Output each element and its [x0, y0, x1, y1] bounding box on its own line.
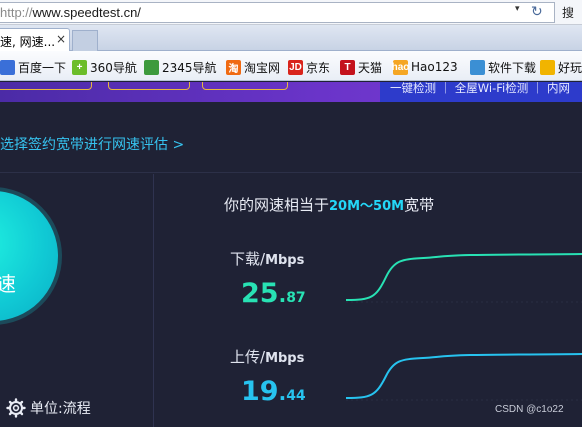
favorite-label: Hao123 [411, 60, 458, 74]
360-icon: + [72, 59, 87, 75]
download-label-text: 下载/ [230, 250, 266, 268]
search-box-label[interactable]: 搜 [562, 4, 574, 21]
watermark: CSDN @c1o22 [495, 404, 564, 415]
close-icon[interactable]: × [56, 32, 66, 46]
new-tab-button[interactable] [72, 30, 98, 51]
unit-settings[interactable]: 单位:流程 [6, 398, 91, 418]
upload-label-text: 上传/ [230, 348, 266, 366]
favorite-label: 360导航 [90, 60, 137, 75]
favorite-taobao[interactable]: 淘淘宝网 [226, 58, 280, 76]
bandwidth-equivalent: 你的网速相当于20M～50M宽带 [224, 194, 434, 215]
speedtest-page: 一键检测 ｜ 全屋Wi-Fi检测 ｜ 内网 选择签约宽带进行网速评估 > 速 单… [0, 82, 582, 427]
broadband-evaluate-link[interactable]: 选择签约宽带进行网速评估 > [0, 134, 184, 154]
top-banner: 一键检测 ｜ 全屋Wi-Fi检测 ｜ 内网 [0, 82, 582, 102]
banner-button[interactable] [202, 82, 288, 90]
tmall-icon: T [340, 59, 355, 75]
download-int: 25 [241, 278, 279, 309]
download-speed: 25.87 [241, 278, 306, 309]
favorite-label: 软件下载 [488, 60, 537, 75]
game-icon [540, 59, 555, 75]
banner-button[interactable] [108, 82, 190, 90]
tab-strip: 速, 网速... × [0, 25, 582, 51]
software-icon [470, 59, 485, 75]
divider [153, 174, 154, 427]
upload-curve-line [346, 353, 582, 399]
settings-label: 单位:流程 [30, 401, 91, 417]
equiv-suffix: 宽带 [404, 196, 435, 214]
address-bar: http://www.speedtest.cn/ ▾ ↻ 搜 [0, 0, 582, 25]
favorite-hao123[interactable]: hao Hao123 [391, 58, 458, 76]
2345-icon [144, 59, 159, 75]
download-speed-curve [346, 253, 582, 303]
favorite-360[interactable]: +360导航 [72, 58, 137, 76]
upload-speed: 19.44 [241, 376, 306, 407]
upload-int: 19 [241, 376, 279, 407]
tab-active[interactable]: 速, 网速... × [0, 28, 70, 51]
address-text[interactable]: http://www.speedtest.cn/ [0, 5, 141, 20]
favorite-software[interactable]: 软件下载 [470, 58, 536, 76]
download-unit: Mbps [265, 253, 305, 268]
dropdown-icon[interactable]: ▾ [515, 4, 520, 14]
download-dec: 87 [286, 290, 306, 306]
favorite-label: 百度一下 [18, 60, 67, 75]
banner-tools-text: 一键检测 ｜ 全屋Wi-Fi检测 ｜ 内网 [390, 82, 571, 95]
favorite-jd[interactable]: JD 京东 [288, 58, 330, 76]
favorite-label: 京东 [306, 60, 331, 75]
address-host: www.speedtest.cn/ [32, 5, 141, 20]
favorite-tmall[interactable]: T 天猫 [340, 58, 382, 76]
equiv-value: 20M～50M [329, 199, 405, 214]
banner-tools[interactable]: 一键检测 ｜ 全屋Wi-Fi检测 ｜ 内网 [380, 82, 582, 102]
speed-gauge[interactable] [0, 191, 58, 321]
gear-icon [6, 398, 26, 418]
globe-icon [0, 59, 15, 75]
jd-icon: JD [288, 59, 303, 75]
address-input[interactable]: http://www.speedtest.cn/ ▾ ↻ [0, 2, 555, 23]
favorite-game[interactable]: 好玩 [540, 58, 582, 76]
gauge-label: 速 [0, 272, 16, 296]
download-label: 下载/Mbps [230, 248, 304, 269]
favorite-label: 好玩 [558, 60, 582, 75]
upload-dec: 44 [286, 388, 306, 404]
tab-title: 速, 网速... [0, 35, 56, 49]
banner-button[interactable] [0, 82, 92, 90]
refresh-icon[interactable]: ↻ [531, 4, 543, 20]
equiv-prefix: 你的网速相当于 [224, 196, 330, 214]
favorite-label: 2345导航 [162, 60, 217, 75]
favorites-bar: 百度一下 +360导航 2345导航淘淘宝网 JD 京东 T 天猫 hao Hao123 软件下载… [0, 51, 582, 81]
divider [0, 172, 582, 173]
favorite-label: 天猫 [358, 60, 383, 75]
address-scheme: http:// [0, 5, 33, 20]
upload-speed-curve [346, 353, 582, 401]
upload-label: 上传/Mbps [230, 346, 304, 367]
upload-unit: Mbps [265, 351, 305, 366]
favorite-globe[interactable]: 百度一下 [0, 58, 66, 76]
download-curve-line [346, 253, 582, 301]
hao123-icon: hao [391, 59, 410, 75]
taobao-icon: 淘 [226, 59, 241, 75]
favorite-2345[interactable]: 2345导航 [144, 58, 217, 76]
favorite-label: 淘宝网 [244, 60, 281, 75]
